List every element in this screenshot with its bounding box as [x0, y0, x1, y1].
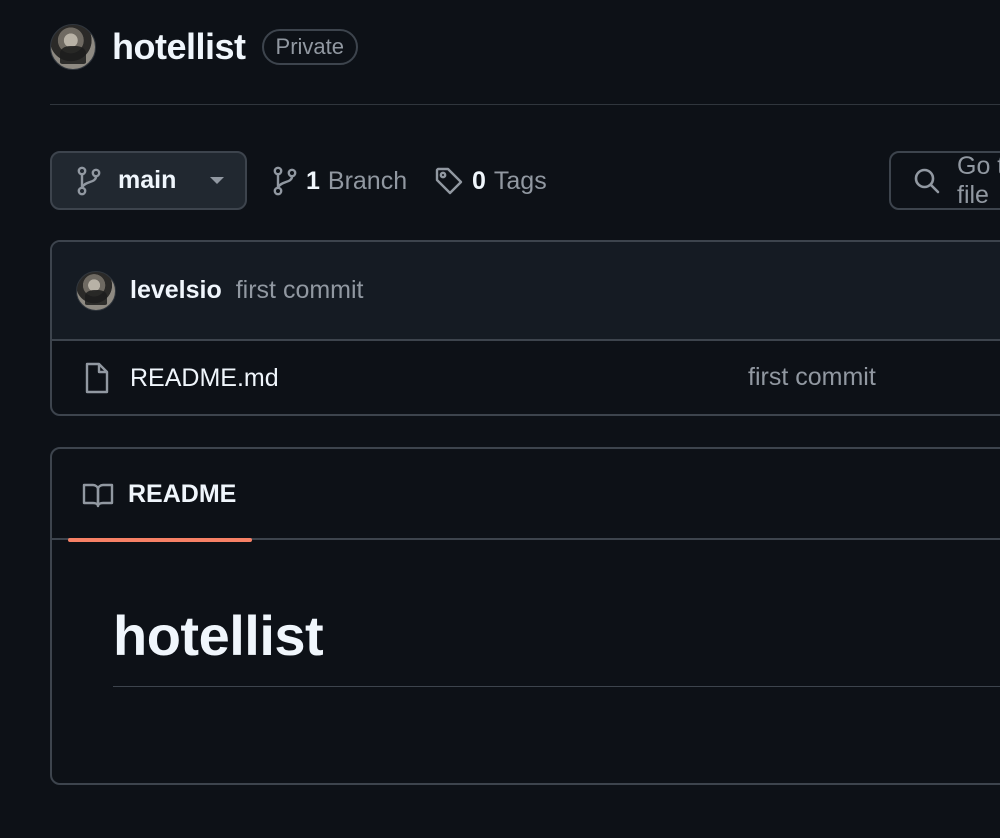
- file-listing: levelsio first commit README.md first co…: [50, 240, 1000, 416]
- search-icon: [913, 167, 941, 195]
- chevron-down-icon: [210, 177, 225, 184]
- readme-content: hotellist: [52, 540, 1000, 687]
- commit-author[interactable]: levelsio: [130, 276, 222, 305]
- tab-readme-label: README: [128, 480, 237, 508]
- commit-author-avatar[interactable]: [76, 270, 116, 311]
- file-commit-message[interactable]: first commit: [748, 363, 876, 392]
- branches-link[interactable]: 1 Branch: [272, 162, 407, 200]
- go-to-file-placeholder: Go to file: [957, 151, 1000, 209]
- branches-label: Branch: [327, 166, 408, 195]
- list-item[interactable]: README.md first commit: [52, 341, 1000, 414]
- commit-message[interactable]: first commit: [236, 276, 364, 305]
- book-icon: [82, 482, 114, 508]
- branches-count: 1: [306, 166, 320, 195]
- go-to-file-input[interactable]: Go to file: [889, 151, 1000, 210]
- visibility-badge: Private: [261, 29, 358, 65]
- file-name[interactable]: README.md: [130, 364, 279, 393]
- readme-heading: hotellist: [113, 604, 324, 667]
- owner-avatar[interactable]: [50, 24, 96, 70]
- readme-tabbar: README: [52, 449, 1000, 542]
- header-divider: [50, 104, 1000, 105]
- tags-label: Tags: [493, 166, 547, 195]
- readme-panel: README hotellist: [50, 447, 1000, 785]
- tab-readme[interactable]: README: [68, 449, 252, 542]
- tags-count: 0: [472, 166, 486, 195]
- file-icon: [84, 362, 110, 394]
- git-branch-icon: [76, 166, 102, 196]
- repo-name[interactable]: hotellist: [112, 26, 246, 68]
- latest-commit-bar: levelsio first commit: [52, 242, 1000, 341]
- heading-divider: [113, 686, 1000, 687]
- branch-selector-button[interactable]: main: [50, 151, 247, 210]
- tags-link[interactable]: 0 Tags: [434, 162, 547, 200]
- repo-header: hotellist Private: [50, 24, 358, 70]
- git-branch-icon: [272, 166, 298, 196]
- tag-icon: [434, 166, 464, 196]
- branch-selector-label: main: [118, 166, 177, 194]
